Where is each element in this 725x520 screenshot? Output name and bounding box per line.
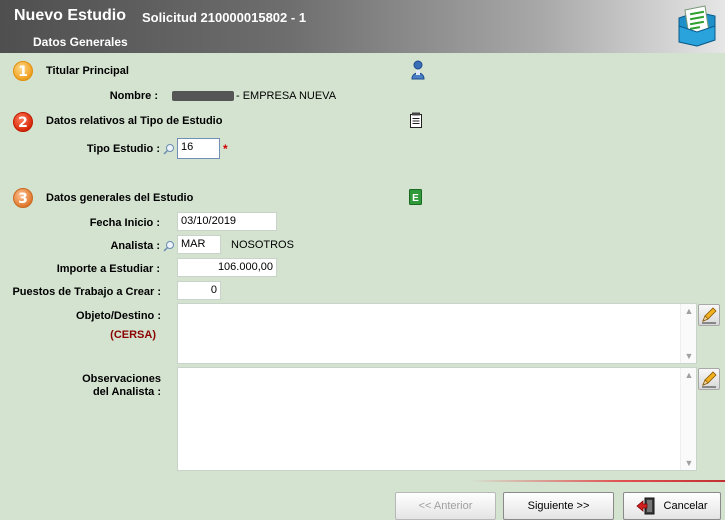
section-3-badge: 3 <box>13 188 33 208</box>
request-subtitle: Solicitud 210000015802 - 1 <box>142 10 307 25</box>
section-1-badge: 1 <box>13 61 33 81</box>
section-2-badge: 2 <box>13 112 33 132</box>
redacted-tax-id <box>172 91 234 101</box>
window-header: Nuevo Estudio Solicitud 210000015802 - 1… <box>0 0 725 53</box>
spreadsheet-icon[interactable]: E <box>409 189 422 205</box>
cancelar-button-label: Cancelar <box>663 500 708 513</box>
importe-label: Importe a Estudiar : <box>56 263 160 275</box>
fecha-inicio-input[interactable]: 03/10/2019 <box>177 212 277 231</box>
folder-document-icon <box>678 5 716 47</box>
nombre-value: - EMPRESA NUEVA <box>236 90 337 102</box>
objeto-edit-button[interactable] <box>698 304 720 326</box>
anterior-button[interactable]: << Anterior <box>395 492 496 520</box>
objeto-text <box>178 304 696 310</box>
anterior-button-label: << Anterior <box>418 500 473 513</box>
importe-input[interactable]: 106.000,00 <box>177 258 277 277</box>
analista-label: Analista : <box>110 240 160 252</box>
tipo-estudio-input[interactable]: 16 <box>177 138 220 159</box>
objeto-textarea[interactable]: ▲ ▼ <box>177 303 697 364</box>
observaciones-scrollbar[interactable]: ▲ ▼ <box>680 368 696 470</box>
tipo-estudio-label: Tipo Estudio : <box>86 143 160 155</box>
fecha-inicio-label: Fecha Inicio : <box>89 217 160 229</box>
scroll-down-arrow-icon[interactable]: ▼ <box>681 456 697 470</box>
objeto-note: (CERSA) <box>110 329 156 341</box>
nombre-label: Nombre : <box>109 90 158 102</box>
observaciones-label-2: del Analista : <box>92 386 161 398</box>
search-icon[interactable] <box>163 143 175 155</box>
observaciones-label-1: Observaciones <box>82 373 161 385</box>
person-icon[interactable] <box>410 60 426 80</box>
search-icon[interactable] <box>163 240 175 252</box>
svg-text:E: E <box>412 193 419 204</box>
notepad-icon[interactable] <box>409 112 423 128</box>
cancelar-button[interactable]: Cancelar <box>623 492 721 520</box>
analista-code-input[interactable]: MAR <box>177 235 221 254</box>
scroll-down-arrow-icon[interactable]: ▼ <box>681 349 697 363</box>
required-marker: * <box>223 142 228 156</box>
scroll-up-arrow-icon[interactable]: ▲ <box>681 368 697 382</box>
puestos-label: Puestos de Trabajo a Crear : <box>12 286 161 298</box>
puestos-input[interactable]: 0 <box>177 281 221 300</box>
tab-datos-generales[interactable]: Datos Generales <box>33 35 128 49</box>
section-title-datos-generales: Datos generales del Estudio <box>46 192 194 204</box>
window-title: Nuevo Estudio <box>14 7 127 24</box>
section-title-tipo-estudio: Datos relativos al Tipo de Estudio <box>46 115 223 127</box>
siguiente-button[interactable]: Siguiente >> <box>503 492 614 520</box>
footer-divider <box>470 480 725 482</box>
observaciones-edit-button[interactable] <box>698 368 720 390</box>
pencil-icon <box>702 307 717 324</box>
objeto-label: Objeto/Destino : <box>76 310 161 322</box>
exit-door-icon <box>636 497 655 515</box>
scroll-up-arrow-icon[interactable]: ▲ <box>681 304 697 318</box>
observaciones-text <box>178 368 696 374</box>
section-title-titular: Titular Principal <box>46 65 129 77</box>
observaciones-textarea[interactable]: ▲ ▼ <box>177 367 697 471</box>
siguiente-button-label: Siguiente >> <box>527 500 590 513</box>
pencil-icon <box>702 371 717 388</box>
objeto-scrollbar[interactable]: ▲ ▼ <box>680 304 696 363</box>
analista-name: NOSOTROS <box>231 239 294 251</box>
